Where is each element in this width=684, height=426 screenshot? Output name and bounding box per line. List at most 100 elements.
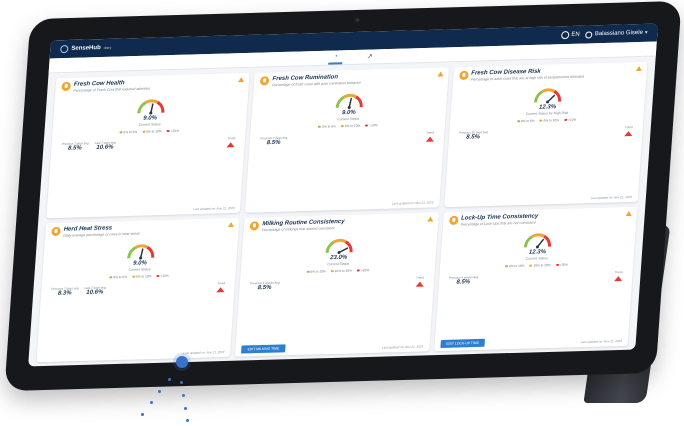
trend-label: Trend xyxy=(415,275,424,280)
legend-label: >10% xyxy=(160,273,169,278)
legend-item: 0% to 10% xyxy=(306,269,326,274)
gauge-hub xyxy=(148,111,152,115)
legend-item: 0% to 6% xyxy=(318,125,336,129)
gauge-arc-red xyxy=(354,95,363,108)
language-selector[interactable]: EN xyxy=(561,30,580,40)
brand-sub: dairy xyxy=(103,45,112,50)
legend-label: 0% to 10% xyxy=(508,263,525,269)
gauge-hub xyxy=(347,106,351,110)
card-header: Milking Routine Consistency Percentage o… xyxy=(249,216,432,232)
gauge-arc-green xyxy=(325,240,335,253)
gauge-hub xyxy=(546,100,550,104)
legend-label: 6% to 10% xyxy=(145,129,162,135)
account-area: EN Balassiano Gisele ▾ xyxy=(561,29,648,40)
gauge-arc-green xyxy=(335,96,345,109)
touch-trail-dot xyxy=(180,381,183,384)
stat-block: Previous 7 days avg 8.5% xyxy=(61,142,88,153)
gauge-svg xyxy=(524,233,552,249)
stat-value: 10.6% xyxy=(96,144,114,152)
gauge-arc-red xyxy=(146,245,154,258)
edit-time-button[interactable]: EDIT MILKING TIME xyxy=(241,344,286,354)
legend-label: 0% to 10% xyxy=(310,269,326,274)
camera-icon xyxy=(355,17,360,22)
kpi-card[interactable]: Herd Heat Stress Daily average percentag… xyxy=(36,217,240,363)
brand-logo[interactable]: SenseHub dairy xyxy=(59,44,112,54)
stats-row: Previous 7 days avg 8.5% Trend xyxy=(256,131,438,147)
trend-up-icon xyxy=(415,281,424,287)
tab-gauge[interactable]: ◔ xyxy=(328,50,344,65)
trend-block: Trend xyxy=(415,275,424,287)
threshold-legend: 0% to 6% 6% to 10% >10% xyxy=(257,122,439,131)
stat-value: 10.6% xyxy=(86,289,104,296)
card-category-icon xyxy=(61,81,71,92)
kpi-card[interactable]: Fresh Cow Rumination Percentage of fresh… xyxy=(245,67,449,213)
stats-row: Previous 7 days avg 8.5% Last 7 days avg… xyxy=(57,136,239,153)
legend-label: >10% xyxy=(170,129,180,134)
touch-trail-dot xyxy=(158,390,161,393)
gauge-arc-green xyxy=(136,101,146,114)
graph-icon: ↗ xyxy=(366,53,373,61)
legend-label: >10% xyxy=(567,118,577,123)
tablet-device: SenseHub dairy EN Balassiano Gisele ▾ ◔ … xyxy=(4,0,682,392)
legend-label: >10% xyxy=(369,123,378,128)
legend-label: 6% to 10% xyxy=(344,124,361,129)
stat-value: 8.5% xyxy=(266,140,281,147)
scene: SenseHub dairy EN Balassiano Gisele ▾ ◔ … xyxy=(0,0,684,426)
kpi-card[interactable]: Milking Routine Consistency Percentage o… xyxy=(235,211,439,357)
card-header: Herd Heat Stress Daily average percentag… xyxy=(51,222,233,238)
legend-label: 0% to 6% xyxy=(123,130,138,135)
trend-label: Trend xyxy=(426,130,435,136)
kpi-card[interactable]: Fresh Cow Disease Risk Percentage of adu… xyxy=(443,61,648,207)
kpi-card[interactable]: Fresh Cow Health Percentage of Fresh Cow… xyxy=(46,72,250,218)
last-updated: Last updated on: Nov 21, 2023 xyxy=(391,199,434,206)
legend-label: 6% to 10% xyxy=(135,274,152,279)
warning-icon xyxy=(228,221,235,227)
trend-block: Trend xyxy=(624,125,633,137)
legend-label: 10% to 20% xyxy=(533,262,551,268)
touch-trail-dot xyxy=(150,401,153,404)
card-category-icon xyxy=(249,220,260,231)
touch-trail-dot xyxy=(182,394,185,397)
stat-value: 8.5% xyxy=(67,145,82,153)
legend-item: 6% to 10% xyxy=(131,274,152,279)
threshold-legend: 0% to 10% 10% to 20% >20% xyxy=(445,261,627,270)
stat-value: 8.5% xyxy=(465,134,481,142)
stat-block: Previous 4 weeks Avg 8.5% xyxy=(448,275,479,286)
user-menu[interactable]: Balassiano Gisele ▾ xyxy=(585,29,648,39)
trend-label: Trend xyxy=(227,136,236,141)
kpi-card-grid: Fresh Cow Health Percentage of Fresh Cow… xyxy=(28,57,656,367)
warning-icon xyxy=(625,210,632,216)
trend-up-icon xyxy=(425,136,434,143)
kpi-card[interactable]: Lock-Up Time Consistency Percentage of L… xyxy=(433,206,638,352)
stats-row: Previous 4 weeks Avg 8.5% Trend xyxy=(444,270,626,286)
legend-item: >20% xyxy=(555,262,568,267)
card-category-icon xyxy=(51,226,61,236)
gauge-arc-red xyxy=(543,234,552,247)
card-category-icon xyxy=(448,215,459,225)
gauge-hub xyxy=(337,250,341,254)
stat-block: Previous 7 days avg 8.5% xyxy=(260,136,287,147)
tab-graph[interactable]: ↗ xyxy=(362,51,377,62)
warning-icon xyxy=(437,71,444,77)
gauge-arc-yellow xyxy=(531,233,546,238)
gauge-hub xyxy=(536,245,540,249)
legend-item: 0% to 6% xyxy=(516,119,535,124)
last-updated: Last updated on: Nov 21, 2023 xyxy=(381,344,424,350)
trend-up-icon xyxy=(614,275,623,282)
trend-up-icon xyxy=(226,142,236,148)
stats-row: Previous 4 weeks Avg 8.5% Trend xyxy=(246,275,428,291)
trend-block: Trend xyxy=(216,281,226,293)
trend-block: Trend xyxy=(614,270,623,282)
app-screen: SenseHub dairy EN Balassiano Gisele ▾ ◔ … xyxy=(28,23,659,367)
legend-item: >10% xyxy=(166,129,179,133)
card-header: Fresh Cow Rumination Percentage of fresh… xyxy=(260,71,442,87)
edit-time-button[interactable]: EDIT LOCK-UP TIME xyxy=(440,338,486,348)
stat-block: Last 7 days avg 10.6% xyxy=(84,285,105,296)
legend-label: 0% to 6% xyxy=(520,119,535,124)
gauge-svg xyxy=(136,99,164,115)
legend-item: 0% to 6% xyxy=(109,275,127,279)
legend-item: 0% to 10% xyxy=(504,263,525,269)
trend-up-icon xyxy=(216,287,225,293)
trend-block: Trend xyxy=(425,130,435,143)
legend-item: >10% xyxy=(365,124,378,128)
